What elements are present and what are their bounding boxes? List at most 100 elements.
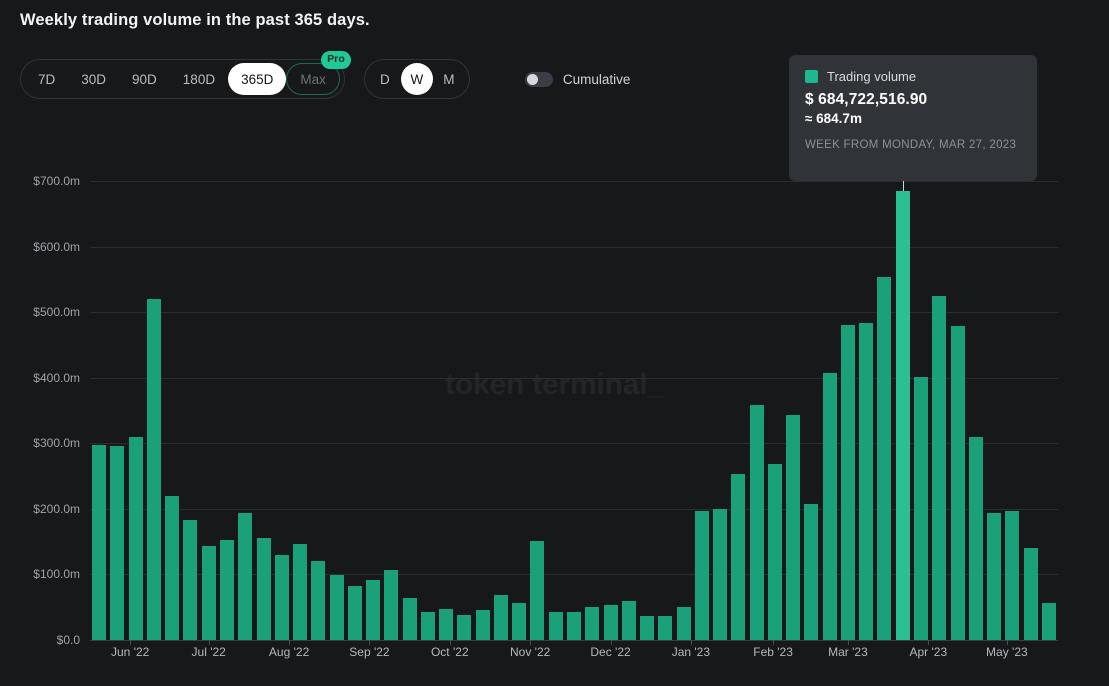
- cumulative-label: Cumulative: [563, 72, 631, 87]
- bar[interactable]: [731, 474, 745, 640]
- bar[interactable]: [257, 538, 271, 640]
- range-option-180d[interactable]: 180D: [170, 63, 228, 95]
- bar[interactable]: [622, 601, 636, 640]
- bar[interactable]: [220, 540, 234, 640]
- granularity-option-m[interactable]: M: [433, 63, 465, 95]
- granularity-option-w-selected[interactable]: W: [401, 63, 433, 95]
- cumulative-toggle[interactable]: Cumulative: [525, 72, 631, 87]
- x-axis-tick-label: Nov '22: [510, 645, 550, 659]
- y-axis-tick-label: $600.0m: [33, 240, 80, 254]
- x-axis-tick-mark: [289, 640, 290, 645]
- bar[interactable]: [311, 561, 325, 640]
- bar[interactable]: [110, 446, 124, 640]
- bar[interactable]: [750, 405, 764, 640]
- bar[interactable]: [914, 377, 928, 640]
- pro-badge: Pro: [321, 51, 351, 69]
- bar[interactable]: [658, 616, 672, 640]
- x-axis-tick-mark: [450, 640, 451, 645]
- bar[interactable]: [384, 570, 398, 640]
- bar[interactable]: [677, 607, 691, 640]
- bar[interactable]: [768, 464, 782, 640]
- tooltip-series-row: Trading volume: [805, 69, 1021, 84]
- granularity-option-d[interactable]: D: [369, 63, 401, 95]
- bar[interactable]: [841, 325, 855, 640]
- range-option-7d[interactable]: 7D: [25, 63, 68, 95]
- bar[interactable]: [859, 323, 873, 640]
- bar[interactable]: [585, 607, 599, 640]
- bar[interactable]: [804, 504, 818, 640]
- bar[interactable]: [92, 445, 106, 640]
- bar[interactable]: [129, 437, 143, 640]
- y-axis-tick-label: $400.0m: [33, 371, 80, 385]
- bar[interactable]: [695, 511, 709, 640]
- bar[interactable]: [823, 373, 837, 640]
- watermark: token terminal_: [0, 368, 1109, 402]
- x-axis-tick-label: Apr '23: [909, 645, 947, 659]
- x-axis-tick-mark: [530, 640, 531, 645]
- bar[interactable]: [293, 544, 307, 640]
- cumulative-switch-knob: [527, 74, 538, 85]
- bar[interactable]: [877, 277, 891, 640]
- bar[interactable]: [987, 513, 1001, 640]
- bar[interactable]: [494, 595, 508, 640]
- bar[interactable]: [1005, 511, 1019, 640]
- x-axis-tick-label: Dec '22: [590, 645, 630, 659]
- bar[interactable]: [530, 541, 544, 640]
- gridline: [90, 181, 1058, 182]
- range-option-max-label: Max: [300, 72, 326, 87]
- x-axis-tick-mark: [130, 640, 131, 645]
- bar[interactable]: [366, 580, 380, 640]
- bar[interactable]: [439, 609, 453, 640]
- range-option-365d-selected[interactable]: 365D: [228, 63, 286, 95]
- bar[interactable]: [549, 612, 563, 640]
- y-axis-tick-label: $700.0m: [33, 174, 80, 188]
- x-axis-tick-label: Sep '22: [349, 645, 389, 659]
- bar[interactable]: [421, 612, 435, 640]
- x-axis-tick-label: Jun '22: [111, 645, 149, 659]
- bar[interactable]: [348, 586, 362, 640]
- bar[interactable]: [640, 616, 654, 640]
- gridline: [90, 574, 1058, 575]
- bar[interactable]: [604, 605, 618, 640]
- x-axis-tick-mark: [209, 640, 210, 645]
- range-option-max[interactable]: Max Pro: [286, 63, 340, 95]
- bar[interactable]: [457, 615, 471, 640]
- bar[interactable]: [183, 520, 197, 640]
- bar[interactable]: [786, 415, 800, 640]
- bar[interactable]: [238, 513, 252, 640]
- bar[interactable]: [202, 546, 216, 640]
- tooltip-crosshair: [903, 181, 904, 191]
- bar[interactable]: [1024, 548, 1038, 640]
- bar[interactable]: [969, 437, 983, 640]
- bar[interactable]: [932, 296, 946, 640]
- bar[interactable]: [713, 509, 727, 640]
- bar[interactable]: [951, 326, 965, 640]
- bar[interactable]: [403, 598, 417, 640]
- bar[interactable]: [567, 612, 581, 640]
- x-axis-tick-label: Oct '22: [431, 645, 469, 659]
- y-axis-tick-label: $300.0m: [33, 436, 80, 450]
- x-axis-tick-label: Jul '22: [192, 645, 226, 659]
- bar[interactable]: [165, 496, 179, 640]
- tooltip-approx-value: ≈ 684.7m: [805, 111, 1021, 126]
- bar[interactable]: [330, 575, 344, 640]
- x-axis-tick-mark: [369, 640, 370, 645]
- range-option-30d[interactable]: 30D: [68, 63, 119, 95]
- bar[interactable]: [147, 299, 161, 640]
- range-selector-group[interactable]: 7D 30D 90D 180D 365D Max Pro: [20, 59, 345, 99]
- granularity-selector-group[interactable]: D W M: [364, 59, 470, 99]
- bar[interactable]: [512, 603, 526, 640]
- x-axis-tick-mark: [611, 640, 612, 645]
- range-option-90d[interactable]: 90D: [119, 63, 170, 95]
- bar[interactable]: [476, 610, 490, 640]
- cumulative-switch[interactable]: [525, 72, 553, 87]
- page-title: Weekly trading volume in the past 365 da…: [20, 11, 370, 30]
- axis-baseline: [90, 640, 1058, 641]
- bar[interactable]: [1042, 603, 1056, 640]
- y-axis-tick-label: $0.0: [57, 633, 80, 647]
- y-axis-tick-label: $200.0m: [33, 502, 80, 516]
- bar[interactable]: [896, 191, 910, 640]
- chart-tooltip: Trading volume $ 684,722,516.90 ≈ 684.7m…: [789, 55, 1037, 181]
- y-axis-tick-label: $500.0m: [33, 305, 80, 319]
- bar[interactable]: [275, 555, 289, 640]
